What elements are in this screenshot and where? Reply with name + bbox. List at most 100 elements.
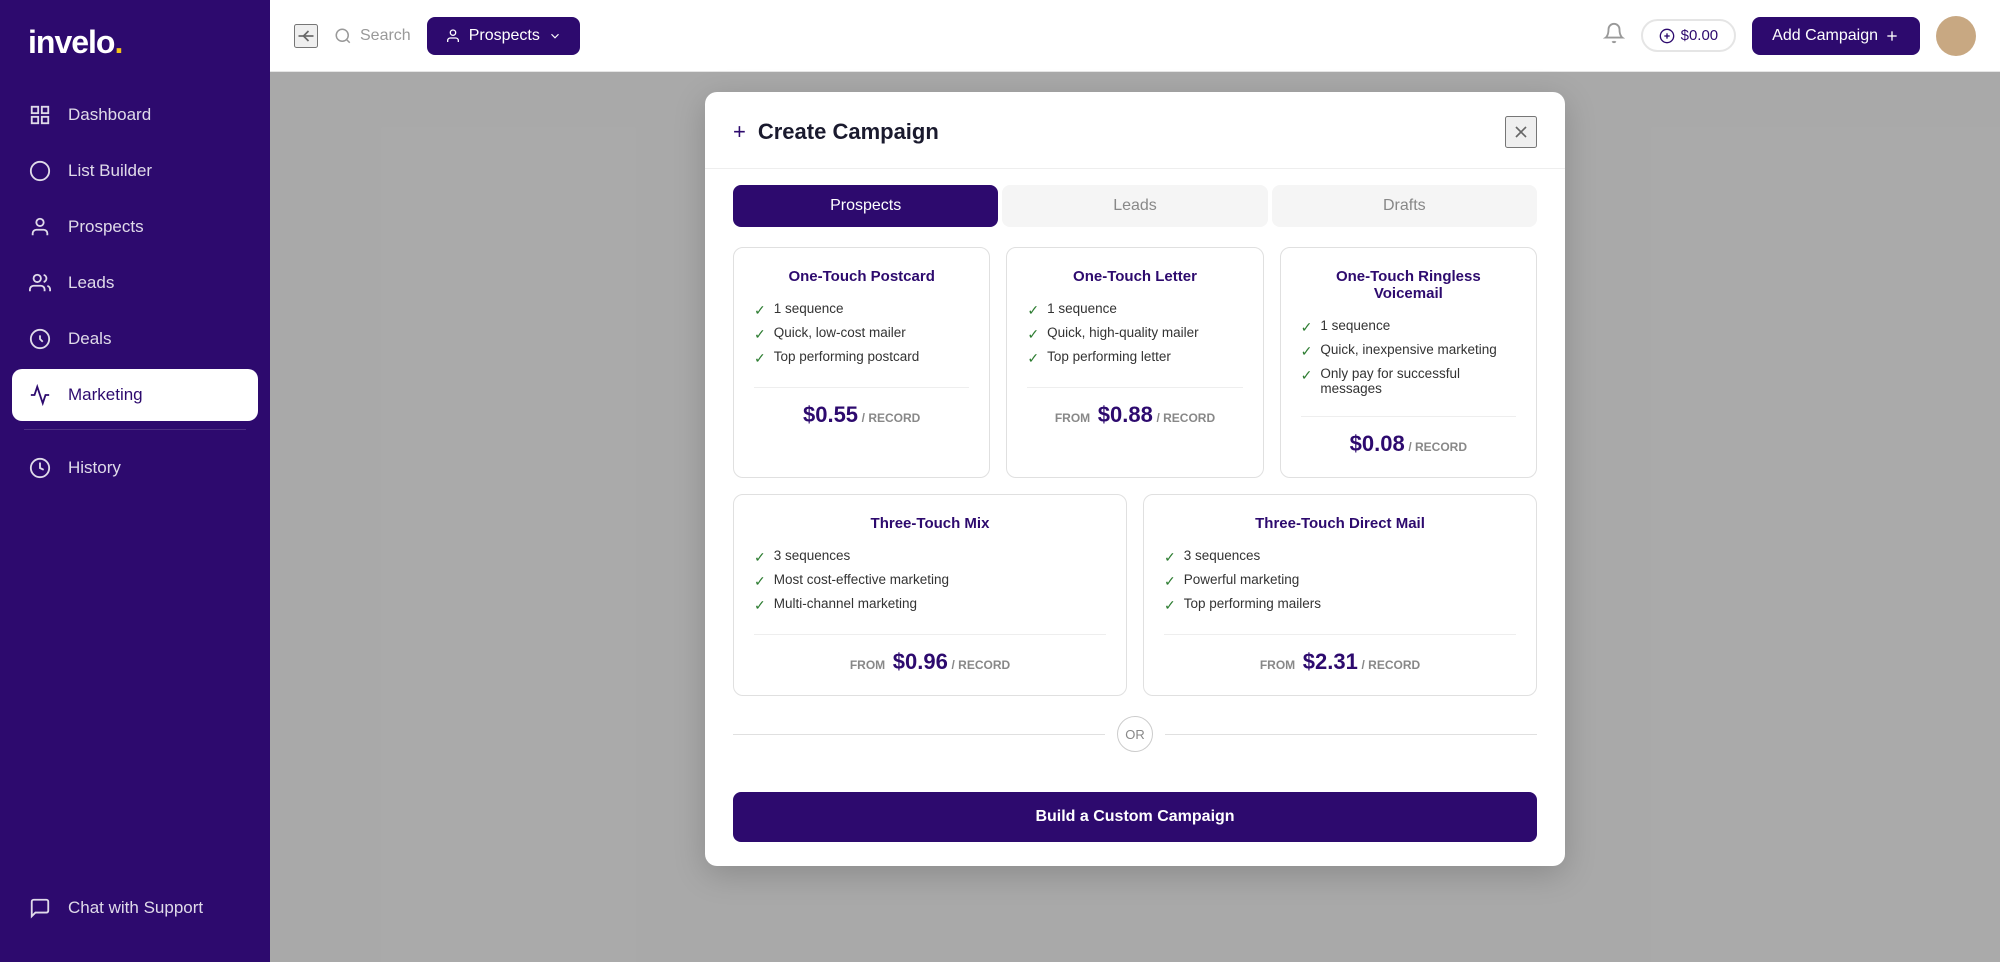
sidebar-divider bbox=[24, 429, 246, 430]
back-button[interactable] bbox=[294, 24, 318, 48]
balance-amount: $0.00 bbox=[1681, 27, 1719, 44]
tab-drafts[interactable]: Drafts bbox=[1272, 185, 1537, 227]
sidebar-item-label: History bbox=[68, 458, 121, 478]
history-icon bbox=[28, 456, 52, 480]
card-three-touch-mix[interactable]: Three-Touch Mix ✓3 sequences ✓Most cost-… bbox=[733, 494, 1127, 696]
feature-item: ✓Only pay for successful messages bbox=[1301, 366, 1516, 396]
check-icon: ✓ bbox=[754, 573, 766, 590]
chevron-down-icon bbox=[548, 29, 562, 43]
close-icon bbox=[1511, 122, 1531, 142]
card-features: ✓1 sequence ✓Quick, inexpensive marketin… bbox=[1301, 318, 1516, 396]
feature-item: ✓1 sequence bbox=[1027, 301, 1242, 319]
or-circle: OR bbox=[1117, 716, 1153, 752]
prospects-filter-icon bbox=[445, 28, 461, 44]
check-icon: ✓ bbox=[1164, 573, 1176, 590]
sidebar-item-label: Prospects bbox=[68, 217, 144, 237]
sidebar: invelo. Dashboard List Builder Prospects bbox=[0, 0, 270, 962]
feature-item: ✓Powerful marketing bbox=[1164, 572, 1516, 590]
check-icon: ✓ bbox=[1301, 367, 1313, 384]
sidebar-item-label: Chat with Support bbox=[68, 898, 203, 918]
sidebar-item-label: Deals bbox=[68, 329, 111, 349]
card-one-touch-ringless[interactable]: One-Touch Ringless Voicemail ✓1 sequence… bbox=[1280, 247, 1537, 478]
or-line-left bbox=[733, 734, 1105, 735]
search-label: Search bbox=[360, 27, 411, 45]
sidebar-item-deals[interactable]: Deals bbox=[12, 313, 258, 365]
sidebar-item-list-builder[interactable]: List Builder bbox=[12, 145, 258, 197]
card-three-touch-direct[interactable]: Three-Touch Direct Mail ✓3 sequences ✓Po… bbox=[1143, 494, 1537, 696]
card-one-touch-postcard[interactable]: One-Touch Postcard ✓1 sequence ✓Quick, l… bbox=[733, 247, 990, 478]
add-campaign-button[interactable]: Add Campaign bbox=[1752, 17, 1920, 55]
deals-icon bbox=[28, 327, 52, 351]
check-icon: ✓ bbox=[754, 350, 766, 367]
campaign-cards-row1: One-Touch Postcard ✓1 sequence ✓Quick, l… bbox=[733, 247, 1537, 478]
page-background: + Create Campaign Prospects Leads Drafts bbox=[270, 72, 2000, 962]
card-features: ✓1 sequence ✓Quick, low-cost mailer ✓Top… bbox=[754, 301, 969, 367]
modal-close-button[interactable] bbox=[1505, 116, 1537, 148]
prospects-filter-button[interactable]: Prospects bbox=[427, 17, 580, 55]
card-features: ✓1 sequence ✓Quick, high-quality mailer … bbox=[1027, 301, 1242, 367]
check-icon: ✓ bbox=[754, 302, 766, 319]
card-price: FROM $2.31 / RECORD bbox=[1164, 634, 1516, 675]
tab-leads[interactable]: Leads bbox=[1002, 185, 1267, 227]
check-icon: ✓ bbox=[1027, 326, 1039, 343]
sidebar-item-label: Leads bbox=[68, 273, 114, 293]
modal-title: Create Campaign bbox=[758, 119, 939, 145]
app-logo: invelo. bbox=[0, 0, 270, 89]
feature-item: ✓3 sequences bbox=[754, 548, 1106, 566]
search-bar[interactable]: Search bbox=[334, 27, 411, 45]
prospects-btn-label: Prospects bbox=[469, 27, 540, 45]
modal-body: One-Touch Postcard ✓1 sequence ✓Quick, l… bbox=[705, 227, 1565, 792]
modal-footer: Build a Custom Campaign bbox=[705, 792, 1565, 866]
card-title: One-Touch Postcard bbox=[754, 268, 969, 285]
sidebar-item-label: List Builder bbox=[68, 161, 152, 181]
card-price: $0.55 / RECORD bbox=[754, 387, 969, 428]
check-icon: ✓ bbox=[1164, 549, 1176, 566]
sidebar-item-leads[interactable]: Leads bbox=[12, 257, 258, 309]
leads-icon bbox=[28, 271, 52, 295]
modal-overlay[interactable]: + Create Campaign Prospects Leads Drafts bbox=[270, 72, 2000, 962]
check-icon: ✓ bbox=[1301, 343, 1313, 360]
tab-prospects[interactable]: Prospects bbox=[733, 185, 998, 227]
dollar-icon bbox=[1659, 28, 1675, 44]
feature-item: ✓Most cost-effective marketing bbox=[754, 572, 1106, 590]
search-icon bbox=[334, 27, 352, 45]
sidebar-item-dashboard[interactable]: Dashboard bbox=[12, 89, 258, 141]
card-price: $0.08 / RECORD bbox=[1301, 416, 1516, 457]
card-title: Three-Touch Direct Mail bbox=[1164, 515, 1516, 532]
card-title: Three-Touch Mix bbox=[754, 515, 1106, 532]
marketing-icon bbox=[28, 383, 52, 407]
sidebar-item-marketing[interactable]: Marketing bbox=[12, 369, 258, 421]
feature-item: ✓3 sequences bbox=[1164, 548, 1516, 566]
or-line-right bbox=[1165, 734, 1537, 735]
custom-campaign-button[interactable]: Build a Custom Campaign bbox=[733, 792, 1537, 842]
balance-button[interactable]: $0.00 bbox=[1641, 19, 1737, 52]
modal-tabs: Prospects Leads Drafts bbox=[705, 169, 1565, 227]
add-campaign-label: Add Campaign bbox=[1772, 27, 1878, 45]
feature-item: ✓Quick, low-cost mailer bbox=[754, 325, 969, 343]
card-price: FROM $0.96 / RECORD bbox=[754, 634, 1106, 675]
feature-item: ✓Multi-channel marketing bbox=[754, 596, 1106, 614]
card-features: ✓3 sequences ✓Most cost-effective market… bbox=[754, 548, 1106, 614]
sidebar-item-history[interactable]: History bbox=[12, 442, 258, 494]
check-icon: ✓ bbox=[754, 549, 766, 566]
notifications-button[interactable] bbox=[1603, 22, 1625, 50]
prospects-icon bbox=[28, 215, 52, 239]
feature-item: ✓Top performing postcard bbox=[754, 349, 969, 367]
card-price: FROM $0.88 / RECORD bbox=[1027, 387, 1242, 428]
main-content: Search Prospects $0.00 Add Campaign bbox=[270, 0, 2000, 962]
dashboard-icon bbox=[28, 103, 52, 127]
sidebar-item-chat[interactable]: Chat with Support bbox=[12, 882, 258, 934]
feature-item: ✓1 sequence bbox=[754, 301, 969, 319]
check-icon: ✓ bbox=[1301, 319, 1313, 336]
topbar-right: $0.00 Add Campaign bbox=[1603, 16, 1976, 56]
or-divider: OR bbox=[733, 716, 1537, 752]
check-icon: ✓ bbox=[754, 597, 766, 614]
card-title: One-Touch Ringless Voicemail bbox=[1301, 268, 1516, 302]
card-one-touch-letter[interactable]: One-Touch Letter ✓1 sequence ✓Quick, hig… bbox=[1006, 247, 1263, 478]
plus-icon bbox=[1884, 28, 1900, 44]
feature-item: ✓Quick, inexpensive marketing bbox=[1301, 342, 1516, 360]
sidebar-item-label: Marketing bbox=[68, 385, 143, 405]
check-icon: ✓ bbox=[754, 326, 766, 343]
chat-icon bbox=[28, 896, 52, 920]
sidebar-item-prospects[interactable]: Prospects bbox=[12, 201, 258, 253]
